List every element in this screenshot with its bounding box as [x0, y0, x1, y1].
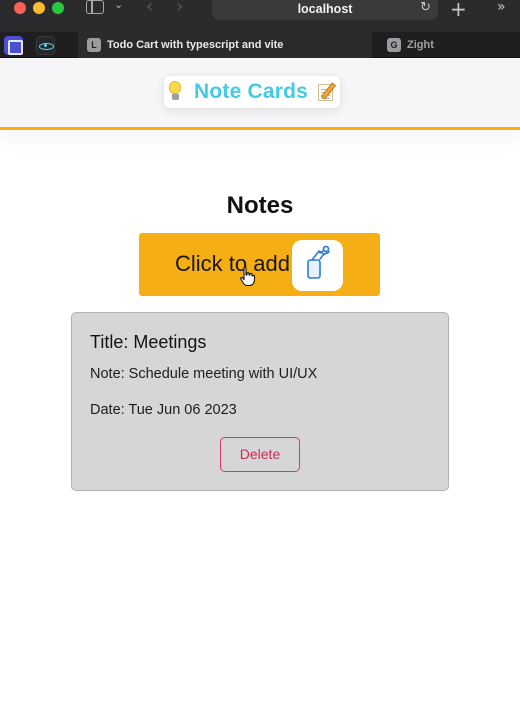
address-text[interactable]: localhost	[212, 2, 438, 16]
chevron-right-icon[interactable]: ›	[176, 0, 183, 17]
window-zoom-button[interactable]	[52, 2, 64, 14]
address-bar[interactable]: localhost ↻	[212, 0, 438, 20]
pushpin-icon	[292, 240, 343, 291]
lightbulb-icon	[168, 81, 182, 103]
note-title: Title: Meetings	[90, 332, 207, 352]
note-card: Title: Meetings Note: Schedule meeting w…	[71, 312, 449, 491]
brand-title: Note Cards	[194, 80, 309, 103]
window-minimize-button[interactable]	[33, 2, 45, 14]
pinned-tab-app-icon[interactable]	[4, 36, 23, 55]
tab-favicon-icon: L	[87, 38, 101, 52]
chevron-down-icon[interactable]: ⌄	[114, 0, 123, 11]
section-title: Notes	[226, 192, 294, 219]
reload-icon[interactable]: ↻	[420, 0, 431, 15]
note-text: Note: Schedule meeting with UI/UX	[90, 366, 318, 382]
tab-zight[interactable]: G Zight	[378, 32, 520, 58]
browser-titlebar: ⌄ ‹ › localhost ↻ + »	[0, 0, 520, 32]
page-content: Note Cards Notes Click to add Title: Mee…	[0, 58, 520, 720]
app-header: Note Cards	[0, 58, 520, 130]
chevron-left-icon[interactable]: ‹	[146, 0, 153, 17]
browser-tab-bar: L Todo Cart with typescript and vite G Z…	[0, 32, 520, 58]
tab-title: Zight	[407, 39, 434, 51]
window-close-button[interactable]	[14, 2, 26, 14]
delete-note-button[interactable]: Delete	[220, 437, 300, 472]
add-note-button[interactable]: Click to add	[139, 233, 380, 296]
note-date: Date: Tue Jun 06 2023	[90, 402, 237, 418]
hand-pointer-cursor-icon	[239, 266, 257, 288]
add-note-label: Click to add	[175, 251, 290, 276]
memo-icon	[318, 82, 337, 102]
tab-todo-cart[interactable]: L Todo Cart with typescript and vite	[78, 32, 372, 58]
tab-title: Todo Cart with typescript and vite	[107, 39, 284, 51]
sidebar-toggle-icon[interactable]	[86, 0, 104, 14]
double-chevron-right-icon[interactable]: »	[497, 0, 506, 15]
tab-favicon-icon: G	[387, 38, 401, 52]
pinned-tab-react-icon[interactable]	[36, 36, 55, 55]
plus-icon[interactable]: +	[450, 0, 467, 21]
brand-logo: Note Cards	[164, 76, 340, 108]
